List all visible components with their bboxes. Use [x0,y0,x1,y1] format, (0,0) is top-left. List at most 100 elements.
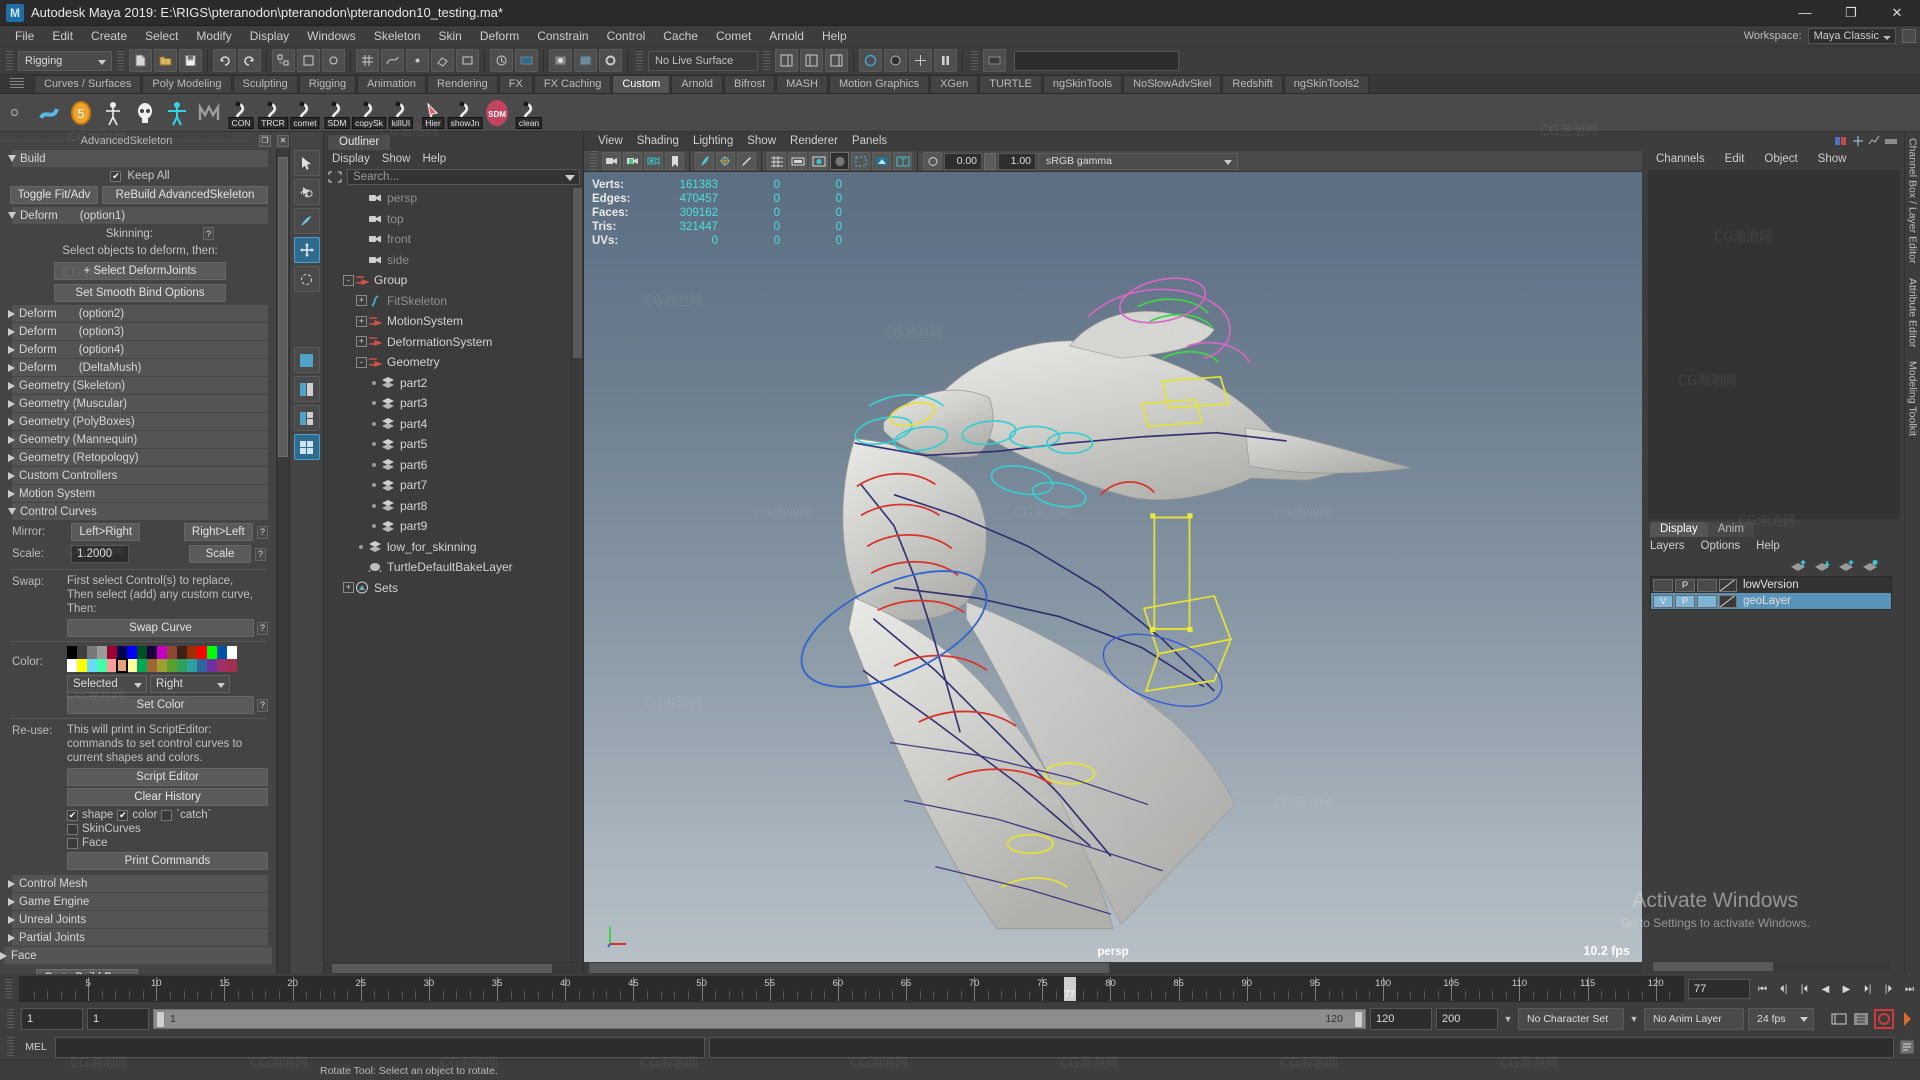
color-swatch[interactable] [157,646,167,659]
render-view-icon[interactable] [549,49,572,72]
menu-help[interactable]: Help [813,27,856,45]
outliner-item-fitskeleton[interactable]: + FitSkeleton [324,291,571,312]
color-swatch[interactable] [167,659,177,672]
shelf-item-copysk[interactable]: copySk [352,97,386,129]
shelf-drag-handle[interactable] [10,78,24,89]
channelbox-menu-object[interactable]: Object [1764,153,1797,165]
display-layer-row[interactable]: PlowVersion [1651,577,1891,593]
current-frame-field[interactable]: 77 [1688,979,1750,999]
outliner-vscrollbar-thumb[interactable] [573,188,582,358]
outliner-item-part2[interactable]: part2 [324,373,571,394]
display-layer-row[interactable]: V PgeoLayer [1651,593,1891,609]
outliner-item-motionsystem[interactable]: + MotionSystem [324,311,571,332]
new-layer-icon[interactable] [1838,559,1854,572]
layer-display-type-toggle[interactable] [1697,594,1717,608]
layer-tab-anim[interactable]: Anim [1707,522,1754,537]
color-swatch[interactable] [227,659,237,672]
quick-rename-icon[interactable] [983,49,1006,72]
layer-playback-toggle[interactable]: P [1675,578,1695,592]
collapse-icon[interactable]: - [343,274,354,286]
snap-view-icon[interactable] [456,49,479,72]
face-checkbox[interactable] [67,837,78,849]
scale-button[interactable]: Scale [189,545,251,563]
command-response-field[interactable] [709,1036,1894,1058]
fps-selector[interactable]: 24 fps [1748,1008,1814,1030]
outliner-item-deformationsystem[interactable]: + DeformationSystem [324,332,571,353]
advancedskeleton-scrollbar-thumb[interactable] [278,157,288,457]
sidebar-toolsettings-icon[interactable] [800,49,823,72]
set-color-button[interactable]: Set Color [67,696,254,714]
move-layer-down-icon[interactable] [1814,559,1830,572]
outliner-item-part9[interactable]: part9 [324,516,571,537]
section-deform-deltamush[interactable]: Deform (DeltaMush) [8,359,268,376]
shelf-tab-animation[interactable]: Animation [357,75,427,93]
section-game-engine[interactable]: Game Engine [8,893,268,910]
color-swatch[interactable] [207,659,217,672]
viewport-menu-show[interactable]: Show [747,135,776,147]
section-motion-system[interactable]: Motion System [8,485,268,502]
keep-all-checkbox[interactable]: ✔ [110,170,122,182]
step-back-frame-icon[interactable]: |⏴ [1796,979,1813,999]
color-swatch[interactable] [187,659,197,672]
image-plane-icon[interactable] [695,152,714,170]
render-globals-icon[interactable] [515,49,538,72]
set-smooth-bind-options-button[interactable]: Set Smooth Bind Options [54,284,226,302]
layer-menu-layers[interactable]: Layers [1650,540,1685,552]
play-forwards-icon[interactable]: ▶ [1838,979,1855,999]
section-control-curves[interactable]: Control Curves [8,503,268,520]
playback-end-field[interactable]: 120 [1370,1008,1432,1030]
outliner-hscrollbar-thumb[interactable] [332,964,552,973]
viewport-hscrollbar-thumb[interactable] [589,963,1109,973]
script-editor-button[interactable]: Script Editor [67,768,268,786]
attribute-red-icon[interactable] [1834,135,1848,147]
color-swatch[interactable] [227,646,237,659]
outliner-vscrollbar[interactable] [571,186,583,962]
skincurves-checkbox[interactable] [67,823,78,835]
color-swatch[interactable] [177,646,187,659]
color-swatch[interactable] [217,646,227,659]
redo-icon[interactable] [238,49,261,72]
select-object-icon[interactable] [297,49,320,72]
menu-skeleton[interactable]: Skeleton [365,27,430,45]
clear-history-button[interactable]: Clear History [67,788,268,806]
shelf-item-maya-m[interactable] [194,97,224,129]
shelf-item-five-badge[interactable]: 5 [66,97,96,129]
shelf-tab-curves-surfaces[interactable]: Curves / Surfaces [34,75,142,93]
color-swatch[interactable] [187,646,197,659]
shelf-options-icon[interactable] [8,106,21,119]
section-deform-option2[interactable]: Deform (option2) [8,305,268,322]
mirror-right-left-button[interactable]: Right>Left [183,523,253,541]
rotate-tool-icon[interactable] [293,266,320,292]
color-swatch[interactable] [157,659,167,672]
viewport-menu-renderer[interactable]: Renderer [790,135,838,147]
shaded-textured-icon[interactable] [809,152,828,170]
layout-two-pane-icon[interactable] [293,376,320,402]
go-to-end-icon[interactable]: ⏭ [1901,979,1918,999]
playblast-icon[interactable] [859,49,882,72]
shelf-item-sdm-red[interactable]: SDM [482,97,512,129]
menu-modify[interactable]: Modify [187,27,240,45]
color-swatch[interactable] [207,646,217,659]
color-swatch[interactable] [147,646,157,659]
arnold-render-icon[interactable] [884,49,907,72]
menu-edit[interactable]: Edit [43,27,82,45]
shelf-item-con[interactable]: CON [226,97,256,129]
skinning-help-button[interactable]: ? [203,227,214,240]
shelf-item-skull[interactable] [130,97,160,129]
outliner-item-part6[interactable]: part6 [324,455,571,476]
shelf-tab-ngskintools[interactable]: ngSkinTools [1042,75,1123,93]
section-deform-option3[interactable]: Deform (option3) [8,323,268,340]
layer-visibility-toggle[interactable] [1653,578,1673,592]
character-set-arrow-icon[interactable]: ▼ [1628,1014,1640,1024]
bookmark-icon[interactable] [665,152,684,170]
shape-checkbox[interactable]: ✔ [67,809,78,821]
outliner-item-part5[interactable]: part5 [324,434,571,455]
layout-four-pane-icon[interactable] [293,434,320,460]
section-control-mesh[interactable]: Control Mesh [8,875,268,892]
vtab-modeling-toolkit[interactable]: Modeling Toolkit [1907,361,1919,436]
color-swatch[interactable] [107,646,117,659]
undo-icon[interactable] [213,49,236,72]
shelf-item-hier[interactable]: Hier [418,97,448,129]
section-geometry-mannequin[interactable]: Geometry (Mannequin) [8,431,268,448]
outliner-item-persp[interactable]: persp [324,188,571,209]
